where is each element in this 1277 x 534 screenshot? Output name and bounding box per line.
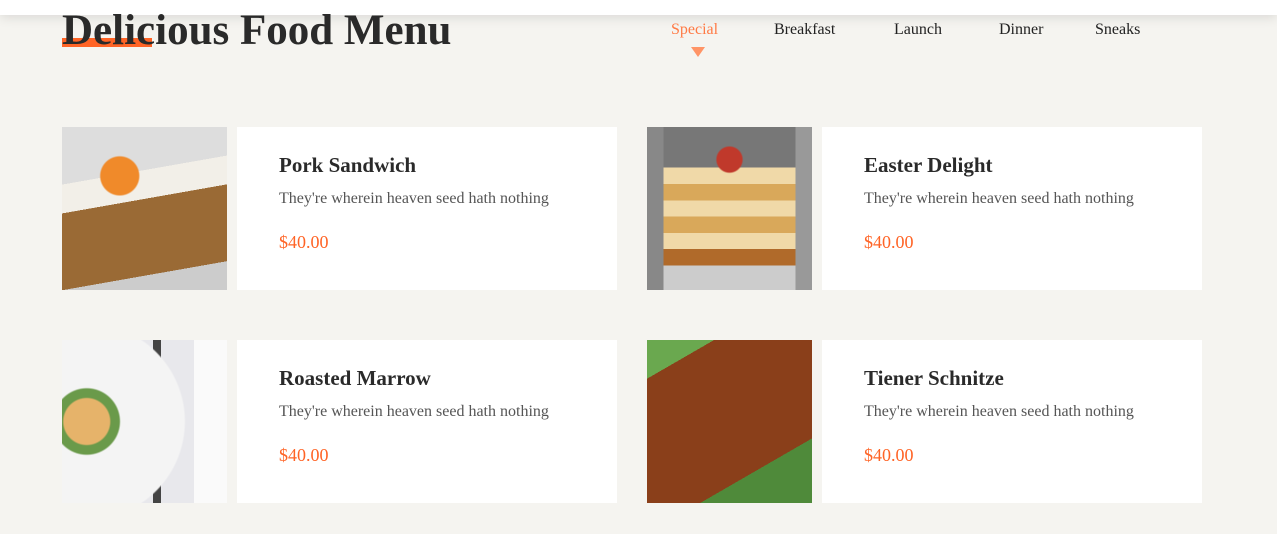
menu-item-card: Pork Sandwich They're wherein heaven see…: [237, 127, 617, 290]
menu-item-card: Roasted Marrow They're wherein heaven se…: [237, 340, 617, 503]
item-name: Pork Sandwich: [279, 153, 417, 177]
tab-special[interactable]: Special: [671, 21, 718, 39]
menu-item-card: Tiener Schnitze They're wherein heaven s…: [822, 340, 1202, 503]
page-title: Delicious Food Menu: [62, 7, 452, 54]
tab-dinner[interactable]: Dinner: [999, 21, 1043, 39]
tab-launch[interactable]: Launch: [894, 21, 942, 39]
salad-plate-image: [62, 340, 227, 503]
tab-sneaks[interactable]: Sneaks: [1095, 21, 1140, 39]
pancakes-image: [647, 127, 812, 290]
menu-item-card: Easter Delight They're wherein heaven se…: [822, 127, 1202, 290]
tab-breakfast[interactable]: Breakfast: [774, 21, 835, 39]
item-price: $40.00: [279, 232, 329, 252]
item-name: Tiener Schnitze: [864, 366, 1004, 390]
active-tab-caret-icon: [691, 47, 705, 57]
item-name: Easter Delight: [864, 153, 993, 177]
item-description: They're wherein heaven seed hath nothing: [864, 403, 1134, 420]
cake-image: [62, 127, 227, 290]
item-name: Roasted Marrow: [279, 366, 431, 390]
item-price: $40.00: [864, 232, 914, 252]
item-description: They're wherein heaven seed hath nothing: [864, 190, 1134, 207]
item-description: They're wherein heaven seed hath nothing: [279, 190, 549, 207]
item-price: $40.00: [279, 445, 329, 465]
item-price: $40.00: [864, 445, 914, 465]
grilled-fish-image: [647, 340, 812, 503]
item-description: They're wherein heaven seed hath nothing: [279, 403, 549, 420]
